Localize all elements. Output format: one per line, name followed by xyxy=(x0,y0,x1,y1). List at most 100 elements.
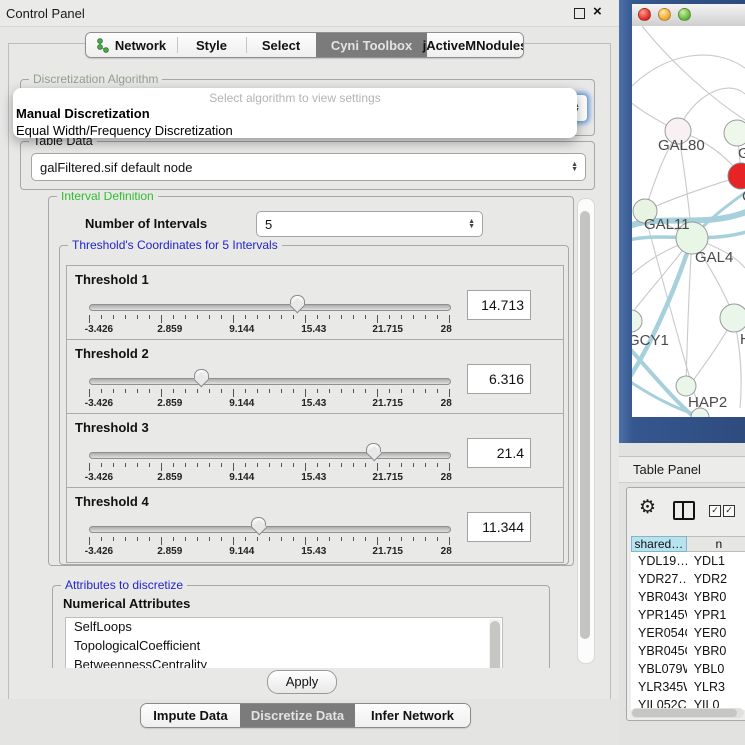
slider-tick xyxy=(197,537,198,541)
dropdown-option-equal-width-frequency[interactable]: Equal Width/Frequency Discretization xyxy=(13,122,577,138)
slider-handle[interactable] xyxy=(251,517,266,537)
threshold-2-value-field[interactable]: 6.316 xyxy=(467,364,531,394)
slider-handle[interactable] xyxy=(194,369,209,389)
minimize-window-icon[interactable] xyxy=(658,8,671,21)
slider-tick xyxy=(269,537,270,541)
node-hap2[interactable] xyxy=(676,376,696,396)
threshold-1-slider[interactable]: -3.4262.8599.14415.4321.71528 xyxy=(89,300,449,336)
control-panel-titlebar: Control Panel × xyxy=(0,0,619,27)
tab-style[interactable]: Style xyxy=(177,33,246,57)
list-item[interactable]: SelfLoops xyxy=(66,618,502,637)
tab-select[interactable]: Select xyxy=(246,33,316,57)
settings-vertical-scrollbar[interactable] xyxy=(577,198,595,664)
slider-handle[interactable] xyxy=(366,443,381,463)
dropdown-option-manual-discretization[interactable]: Manual Discretization xyxy=(13,105,577,122)
numerical-attributes-list[interactable]: SelfLoops TopologicalCoefficient Between… xyxy=(65,617,503,668)
slider-tick xyxy=(113,389,114,393)
discretization-algorithm-group-title: Discretization Algorithm xyxy=(29,72,162,86)
slider-tick xyxy=(401,389,402,393)
slider-tick xyxy=(305,537,306,545)
slider-track[interactable] xyxy=(89,378,451,385)
slider-tick xyxy=(101,463,102,467)
apply-button[interactable]: Apply xyxy=(267,670,337,694)
split-columns-icon[interactable] xyxy=(673,501,695,520)
slider-tick xyxy=(401,537,402,541)
table-data-combobox[interactable]: galFiltered.sif default node ▲▼ xyxy=(31,153,586,181)
slider-tick xyxy=(281,315,282,319)
slider-tick xyxy=(413,537,414,541)
threshold-3-value-field[interactable]: 21.4 xyxy=(467,438,531,468)
threshold-1-value-field[interactable]: 14.713 xyxy=(467,290,531,320)
list-scrollbar[interactable] xyxy=(489,619,501,668)
table-header-row: shared… n xyxy=(631,536,745,552)
tab-select-label: Select xyxy=(262,38,300,53)
slider-handle[interactable] xyxy=(290,295,305,315)
checkbox-icon[interactable]: ✓ xyxy=(709,505,721,517)
checkbox-icon[interactable]: ✓ xyxy=(723,505,735,517)
table-row[interactable]: YDL19…YDL1 xyxy=(631,552,745,570)
list-item[interactable]: TopologicalCoefficient xyxy=(66,637,502,656)
table-horizontal-scrollbar[interactable] xyxy=(631,708,744,718)
network-canvas[interactable]: GAL80 G C GAL11 GAL4 GCY1 H HAP2 xyxy=(632,26,745,417)
threshold-4-value-field[interactable]: 11.344 xyxy=(467,512,531,542)
slider-tick xyxy=(245,463,246,467)
tab-jactivemnodules[interactable]: jActiveMNodules xyxy=(427,33,523,57)
threshold-2-label: Threshold 2 xyxy=(75,346,149,361)
tab-network[interactable]: Network xyxy=(86,33,177,57)
threshold-2-slider[interactable]: -3.4262.8599.14415.4321.71528 xyxy=(89,374,449,410)
close-window-icon[interactable] xyxy=(638,8,651,21)
slider-tick xyxy=(305,463,306,471)
node-gcy1[interactable] xyxy=(632,310,642,332)
slider-tick xyxy=(89,537,90,545)
slider-tick xyxy=(197,463,198,467)
table-row[interactable]: YBR045CYBR0 xyxy=(631,642,745,660)
slider-tick xyxy=(389,315,390,319)
node-red-selected[interactable] xyxy=(728,163,745,189)
node-g[interactable] xyxy=(724,120,745,146)
scrollbar-thumb[interactable] xyxy=(580,211,590,639)
zoom-window-icon[interactable] xyxy=(678,8,691,21)
list-item[interactable]: BetweennessCentrality xyxy=(66,656,502,668)
node-label: HAP2 xyxy=(688,394,727,411)
slider-tick xyxy=(329,315,330,319)
slider-tick xyxy=(257,463,258,467)
slider-tick xyxy=(437,315,438,319)
gear-icon[interactable]: ⚙ xyxy=(639,496,656,519)
combo-arrows-icon: ▲▼ xyxy=(468,219,475,229)
tab-infer-network[interactable]: Infer Network xyxy=(355,704,470,727)
node-h[interactable] xyxy=(720,304,745,332)
threshold-4-slider[interactable]: -3.4262.8599.14415.4321.71528 xyxy=(89,522,449,558)
slider-track[interactable] xyxy=(89,304,451,311)
table-row[interactable]: YLR345WYLR3 xyxy=(631,678,745,696)
network-window-titlebar[interactable] xyxy=(632,4,745,27)
close-icon[interactable]: × xyxy=(593,3,602,20)
table-row[interactable]: YPR145WYPR1 xyxy=(631,606,745,624)
number-of-intervals-combobox[interactable]: 5 ▲▼ xyxy=(256,211,483,237)
tab-impute-data[interactable]: Impute Data xyxy=(141,704,240,727)
slider-tick xyxy=(149,315,150,319)
slider-tick xyxy=(245,315,246,319)
float-window-icon[interactable] xyxy=(574,8,585,19)
slider-tick xyxy=(401,463,402,467)
slider-tick xyxy=(449,389,450,397)
table-row[interactable]: YBL079WYBL0 xyxy=(631,660,745,678)
threshold-1-box: Threshold 1 -3.4262.8599.14415.4321.7152… xyxy=(66,265,564,341)
threshold-3-slider[interactable]: -3.4262.8599.14415.4321.71528 xyxy=(89,448,449,484)
scrollbar-thumb[interactable] xyxy=(632,709,737,717)
tab-discretize-data[interactable]: Discretize Data xyxy=(240,704,355,727)
table-row[interactable]: YER054CYER0 xyxy=(631,624,745,642)
tab-cyni-toolbox[interactable]: Cyni Toolbox xyxy=(316,33,427,57)
slider-tick xyxy=(317,537,318,541)
table-row[interactable]: YDR27…YDR2 xyxy=(631,570,745,588)
table-row[interactable]: YBR043CYBR0 xyxy=(631,588,745,606)
column-header-name[interactable]: n xyxy=(687,536,745,552)
slider-track[interactable] xyxy=(89,452,451,459)
slider-tick xyxy=(425,463,426,467)
slider-tick-label: 21.715 xyxy=(372,324,403,335)
slider-track[interactable] xyxy=(89,526,451,533)
interval-definition-title: Interval Definition xyxy=(57,192,158,203)
column-header-shared-name[interactable]: shared… xyxy=(631,536,687,552)
slider-tick xyxy=(341,537,342,541)
slider-tick xyxy=(173,315,174,319)
network-view-window[interactable]: GAL80 G C GAL11 GAL4 GCY1 H HAP2 xyxy=(619,0,745,443)
